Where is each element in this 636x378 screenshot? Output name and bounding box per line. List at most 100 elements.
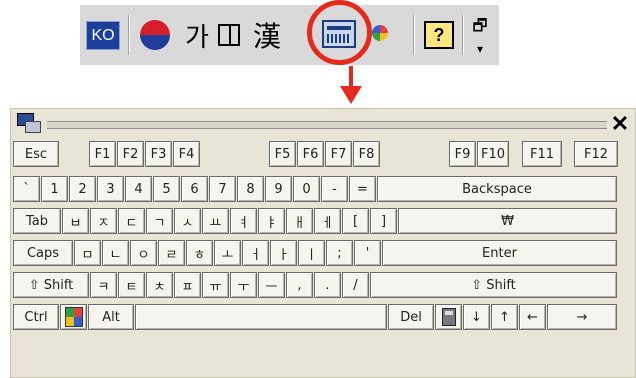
- restore-icon: 🗗: [472, 15, 488, 35]
- key[interactable]: 3: [97, 176, 124, 202]
- key[interactable]: ㅇ: [130, 240, 157, 266]
- arrow-down-icon: [340, 86, 362, 104]
- language-bar: KO 가 漢 ? 🗗 ▾: [80, 0, 499, 65]
- on-screen-keyboard: ✕ Esc F1 F2 F3 F4 F5 F6 F7 F8 F9 F10 F11 F12 ` 1 2 3 4 5 6 7…: [10, 108, 636, 378]
- key[interactable]: `: [13, 176, 40, 202]
- key[interactable]: ㅌ: [118, 272, 145, 298]
- key[interactable]: F9: [449, 141, 476, 167]
- osk-title-bar[interactable]: ✕: [11, 109, 636, 139]
- key[interactable]: ㅡ: [258, 272, 285, 298]
- calculator-key[interactable]: [435, 304, 462, 330]
- key[interactable]: F5: [269, 141, 296, 167]
- key[interactable]: ㅓ: [242, 240, 269, 266]
- key[interactable]: ㅑ: [258, 208, 285, 234]
- key[interactable]: F4: [173, 141, 200, 167]
- key[interactable]: 9: [265, 176, 292, 202]
- input-language-button[interactable]: KO: [86, 21, 120, 50]
- key[interactable]: ㄱ: [146, 208, 173, 234]
- key[interactable]: ㅣ: [298, 240, 325, 266]
- key[interactable]: ;: [326, 240, 353, 266]
- key[interactable]: ↓: [463, 304, 490, 330]
- key[interactable]: ㅛ: [202, 208, 229, 234]
- key[interactable]: .: [314, 272, 341, 298]
- key[interactable]: ↑: [491, 304, 518, 330]
- key[interactable]: 7: [209, 176, 236, 202]
- key[interactable]: ㄴ: [102, 240, 129, 266]
- key[interactable]: 2: [69, 176, 96, 202]
- key[interactable]: ㅂ: [62, 208, 89, 234]
- key[interactable]: ㅐ: [286, 208, 313, 234]
- key[interactable]: Del: [388, 304, 434, 330]
- ime-pad-icon[interactable]: [367, 19, 401, 51]
- restore-langbar-button[interactable]: 🗗 ▾: [470, 15, 490, 56]
- key[interactable]: F1: [89, 141, 116, 167]
- key[interactable]: ㅏ: [270, 240, 297, 266]
- key[interactable]: ₩: [398, 208, 617, 234]
- hanja-convert-button[interactable]: 漢: [248, 17, 286, 53]
- key[interactable]: ㅕ: [230, 208, 257, 234]
- key[interactable]: →: [547, 304, 617, 330]
- keyboard-icon: [17, 113, 41, 133]
- chevron-down-icon: ▾: [476, 41, 484, 56]
- windows-key[interactable]: [60, 304, 87, 330]
- key[interactable]: F12: [574, 141, 618, 167]
- key[interactable]: /: [342, 272, 369, 298]
- half-width-icon[interactable]: [218, 24, 240, 46]
- space-key[interactable]: [135, 304, 387, 330]
- key[interactable]: Caps: [13, 240, 73, 266]
- key[interactable]: F7: [325, 141, 352, 167]
- key[interactable]: Backspace: [377, 176, 617, 202]
- toolbar-separator: [413, 15, 415, 55]
- key[interactable]: F6: [297, 141, 324, 167]
- key[interactable]: 4: [125, 176, 152, 202]
- highlight-circle: [307, 0, 372, 65]
- title-bar-grip[interactable]: [47, 121, 607, 129]
- key[interactable]: ⇧ Shift: [370, 272, 617, 298]
- key[interactable]: ㅎ: [186, 240, 213, 266]
- key[interactable]: F3: [145, 141, 172, 167]
- key[interactable]: ]: [370, 208, 397, 234]
- key[interactable]: F8: [353, 141, 380, 167]
- korean-ime-icon[interactable]: [140, 20, 170, 50]
- toolbar-separator: [462, 15, 464, 55]
- key[interactable]: 0: [293, 176, 320, 202]
- key[interactable]: ㅋ: [90, 272, 117, 298]
- calculator-icon: [441, 308, 456, 326]
- close-button[interactable]: ✕: [609, 113, 631, 135]
- key[interactable]: Ctrl: [13, 304, 59, 330]
- key[interactable]: Tab: [13, 208, 61, 234]
- key[interactable]: ㄹ: [158, 240, 185, 266]
- key[interactable]: ㅍ: [174, 272, 201, 298]
- key[interactable]: Esc: [13, 141, 59, 167]
- key[interactable]: ⇧ Shift: [13, 272, 89, 298]
- key[interactable]: ㅜ: [230, 272, 257, 298]
- key[interactable]: ㄷ: [118, 208, 145, 234]
- key[interactable]: F2: [117, 141, 144, 167]
- key[interactable]: 1: [41, 176, 68, 202]
- key[interactable]: ,: [286, 272, 313, 298]
- key[interactable]: F11: [522, 141, 562, 167]
- key[interactable]: ㅈ: [90, 208, 117, 234]
- key[interactable]: =: [349, 176, 376, 202]
- key[interactable]: ㅗ: [214, 240, 241, 266]
- key[interactable]: 6: [181, 176, 208, 202]
- key[interactable]: [: [342, 208, 369, 234]
- help-button[interactable]: ?: [424, 21, 454, 49]
- key[interactable]: ←: [519, 304, 546, 330]
- key[interactable]: ': [354, 240, 381, 266]
- key[interactable]: -: [321, 176, 348, 202]
- toolbar-separator: [128, 15, 130, 55]
- key[interactable]: 8: [237, 176, 264, 202]
- key[interactable]: Alt: [88, 304, 134, 330]
- windows-icon: [64, 307, 83, 327]
- arrow-shaft: [349, 66, 353, 87]
- key[interactable]: ㅊ: [146, 272, 173, 298]
- key[interactable]: ㅠ: [202, 272, 229, 298]
- hangul-mode-button[interactable]: 가: [180, 19, 214, 53]
- key[interactable]: ㅁ: [74, 240, 101, 266]
- key[interactable]: F10: [477, 141, 509, 167]
- key[interactable]: ㅅ: [174, 208, 201, 234]
- key[interactable]: ㅔ: [314, 208, 341, 234]
- key[interactable]: 5: [153, 176, 180, 202]
- key[interactable]: Enter: [382, 240, 617, 266]
